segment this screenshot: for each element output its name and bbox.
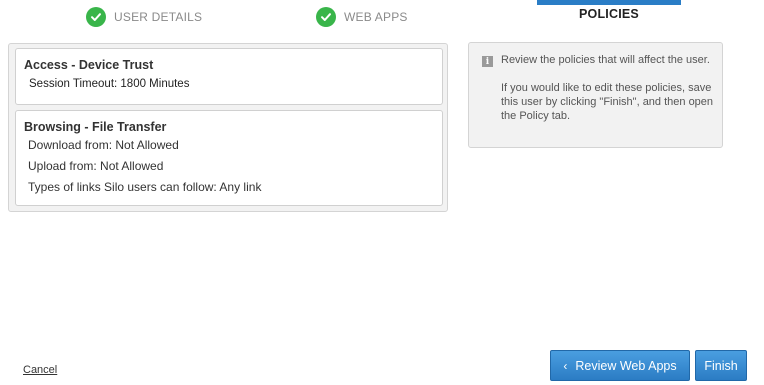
info-paragraph: If you would like to edit these policies… [501,82,714,122]
check-icon [86,7,106,27]
chevron-left-icon: ‹ [563,358,568,373]
button-label: Finish [704,358,738,373]
info-box: i Review the policies that will affect t… [468,42,723,148]
policy-card-access: Access - Device Trust Session Timeout: 1… [15,48,443,105]
step-label: WEB APPS [344,10,408,24]
policy-title: Access - Device Trust [24,58,154,72]
policy-setting: Download from: Not Allowed [28,138,179,152]
step-web-apps[interactable]: WEB APPS [316,3,408,31]
policies-wizard-page: USER DETAILS WEB APPS POLICIES Access - … [0,0,764,385]
cancel-link[interactable]: Cancel [23,364,57,376]
info-icon: i [482,56,493,67]
step-label: USER DETAILS [114,10,203,24]
step-user-details[interactable]: USER DETAILS [86,3,202,31]
info-paragraph: Review the policies that will affect the… [501,54,710,66]
policy-setting: Session Timeout: 1800 Minutes [29,78,190,90]
policies-panel: Access - Device Trust Session Timeout: 1… [8,43,448,212]
check-icon [316,7,336,27]
button-label: Review Web Apps [575,358,677,373]
policy-setting: Types of links Silo users can follow: An… [28,180,262,194]
step-policies: POLICIES [537,0,681,28]
finish-button[interactable]: Finish [695,350,747,381]
active-step-indicator [537,0,681,5]
step-label: POLICIES [579,7,639,21]
policy-setting: Upload from: Not Allowed [28,159,164,173]
policy-title: Browsing - File Transfer [24,120,167,134]
review-web-apps-button[interactable]: ‹ Review Web Apps [550,350,690,381]
info-text: Review the policies that will affect the… [501,53,716,123]
policy-card-browsing: Browsing - File Transfer Download from: … [15,110,443,206]
